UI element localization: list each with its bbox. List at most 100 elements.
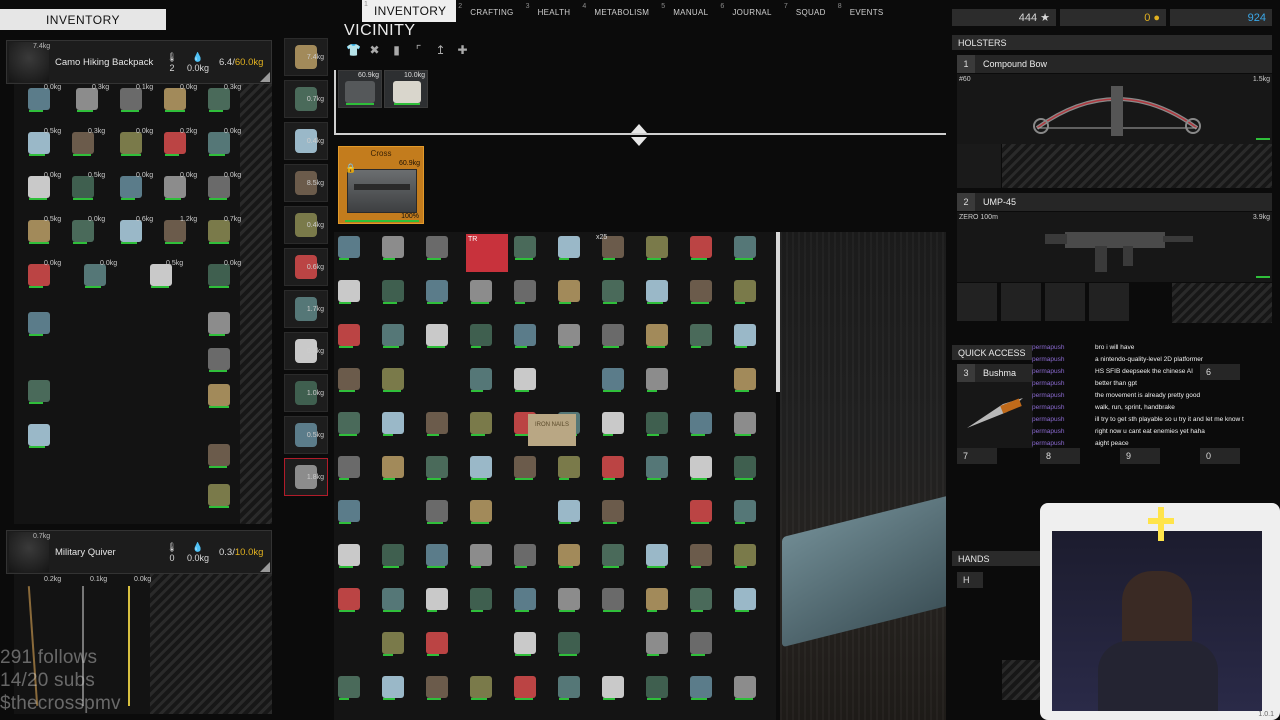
inventory-item[interactable] — [426, 324, 448, 348]
tab-events[interactable]: 8 EVENTS — [836, 2, 894, 22]
inventory-item[interactable] — [208, 220, 230, 244]
inventory-item[interactable] — [382, 236, 404, 260]
inventory-item[interactable] — [28, 220, 50, 244]
cross-crate-container[interactable]: Cross 60.9kg 🔒 100% — [338, 146, 424, 224]
inventory-item[interactable] — [514, 324, 536, 348]
inventory-item[interactable] — [558, 500, 580, 524]
inventory-item[interactable] — [514, 368, 536, 392]
equipment-slot[interactable]: 7.4kg — [284, 38, 328, 76]
inventory-item[interactable] — [734, 676, 756, 700]
crate-contents-grid[interactable]: TR x25 IRON NAILS — [334, 232, 776, 720]
inventory-item[interactable] — [72, 132, 94, 156]
inventory-item[interactable] — [382, 632, 404, 656]
inventory-item[interactable] — [470, 456, 492, 480]
inventory-item[interactable] — [208, 348, 230, 372]
inventory-item[interactable] — [426, 236, 448, 260]
inventory-item[interactable] — [690, 500, 712, 524]
equipment-slot[interactable]: 1.7kg — [284, 290, 328, 328]
inventory-item[interactable] — [338, 280, 360, 304]
inventory-item[interactable] — [646, 412, 668, 436]
inventory-item[interactable] — [164, 176, 186, 200]
collapse-corner-icon[interactable] — [260, 562, 270, 572]
tab-crafting[interactable]: 2 CRAFTING — [456, 2, 523, 22]
inventory-item[interactable] — [690, 280, 712, 304]
inventory-item[interactable] — [338, 544, 360, 568]
inventory-item[interactable] — [382, 280, 404, 304]
inventory-item[interactable] — [690, 632, 712, 656]
inventory-item[interactable] — [426, 456, 448, 480]
quick-slot-7[interactable]: 7 — [957, 448, 997, 464]
inventory-item[interactable] — [602, 500, 624, 524]
inventory-item[interactable] — [382, 544, 404, 568]
inventory-item[interactable] — [338, 456, 360, 480]
inventory-item[interactable] — [734, 588, 756, 612]
inventory-item[interactable] — [558, 280, 580, 304]
holster-slot-1[interactable]: 1 Compound Bow — [957, 55, 1272, 73]
inventory-item[interactable] — [164, 220, 186, 244]
inventory-item[interactable] — [734, 236, 756, 260]
inventory-item[interactable] — [208, 444, 230, 468]
inventory-item[interactable] — [338, 500, 360, 524]
inventory-item[interactable] — [338, 412, 360, 436]
inventory-item[interactable] — [558, 544, 580, 568]
inventory-item[interactable] — [426, 676, 448, 700]
equipment-slot[interactable]: 0.4kg — [284, 206, 328, 244]
inventory-item[interactable] — [602, 676, 624, 700]
inventory-item[interactable] — [426, 412, 448, 436]
equipment-slot[interactable]: 0.4kg — [284, 122, 328, 160]
iron-nails-box[interactable]: IRON NAILS — [528, 414, 576, 446]
tools-filter-icon[interactable]: ✖ — [368, 44, 381, 57]
tab-journal[interactable]: 6 JOURNAL — [718, 2, 781, 22]
inventory-item[interactable] — [208, 88, 230, 112]
inventory-item[interactable] — [164, 132, 186, 156]
inventory-item[interactable] — [470, 500, 492, 524]
arrow-item[interactable] — [128, 586, 130, 706]
inventory-item[interactable] — [28, 176, 50, 200]
quick-slot-0[interactable]: 0 — [1200, 448, 1240, 464]
inventory-item[interactable] — [164, 88, 186, 112]
quick-slot-8[interactable]: 8 — [1040, 448, 1080, 464]
inventory-item[interactable] — [72, 176, 94, 200]
bow-attachment-slot[interactable] — [957, 144, 1001, 188]
inventory-item[interactable] — [646, 632, 668, 656]
inventory-item[interactable] — [120, 220, 142, 244]
inventory-item[interactable] — [646, 324, 668, 348]
tab-squad[interactable]: 7 SQUAD — [782, 2, 836, 22]
inventory-item[interactable] — [470, 368, 492, 392]
inventory-item[interactable] — [734, 456, 756, 480]
inventory-item[interactable] — [602, 544, 624, 568]
quiver-header[interactable]: 0.7kg Military Quiver 🌡 0 💧 0.0kg 0.3/10.0… — [6, 530, 272, 574]
inventory-item[interactable] — [382, 676, 404, 700]
inventory-item[interactable] — [646, 456, 668, 480]
inventory-item[interactable] — [426, 500, 448, 524]
hands-slot[interactable]: H — [957, 572, 983, 588]
inventory-item[interactable] — [208, 132, 230, 156]
inventory-item[interactable] — [514, 456, 536, 480]
inventory-item[interactable] — [558, 588, 580, 612]
inventory-item[interactable] — [514, 632, 536, 656]
inventory-item[interactable] — [602, 456, 624, 480]
inventory-item[interactable] — [28, 380, 50, 404]
inventory-item[interactable] — [28, 312, 50, 336]
inventory-item[interactable] — [558, 456, 580, 480]
inventory-item[interactable] — [382, 456, 404, 480]
inventory-item[interactable] — [470, 676, 492, 700]
inventory-item[interactable] — [426, 544, 448, 568]
inventory-item[interactable] — [734, 324, 756, 348]
equipment-slot[interactable]: 0.5kg — [284, 416, 328, 454]
inventory-item[interactable] — [514, 280, 536, 304]
inventory-item[interactable] — [338, 368, 360, 392]
shirt-filter-icon[interactable]: 👕 — [346, 44, 361, 57]
inventory-item[interactable] — [734, 412, 756, 436]
inventory-item[interactable] — [72, 220, 94, 244]
axe-filter-icon[interactable]: ↥ — [434, 44, 447, 57]
equipment-slot[interactable]: 0.6kg — [284, 248, 328, 286]
inventory-item[interactable] — [338, 236, 360, 260]
inventory-item[interactable] — [690, 236, 712, 260]
inventory-item[interactable] — [646, 280, 668, 304]
inventory-item[interactable] — [514, 544, 536, 568]
inventory-item[interactable] — [470, 412, 492, 436]
inventory-item[interactable] — [646, 544, 668, 568]
inventory-item[interactable] — [646, 588, 668, 612]
resize-handle-icon[interactable] — [631, 124, 647, 146]
